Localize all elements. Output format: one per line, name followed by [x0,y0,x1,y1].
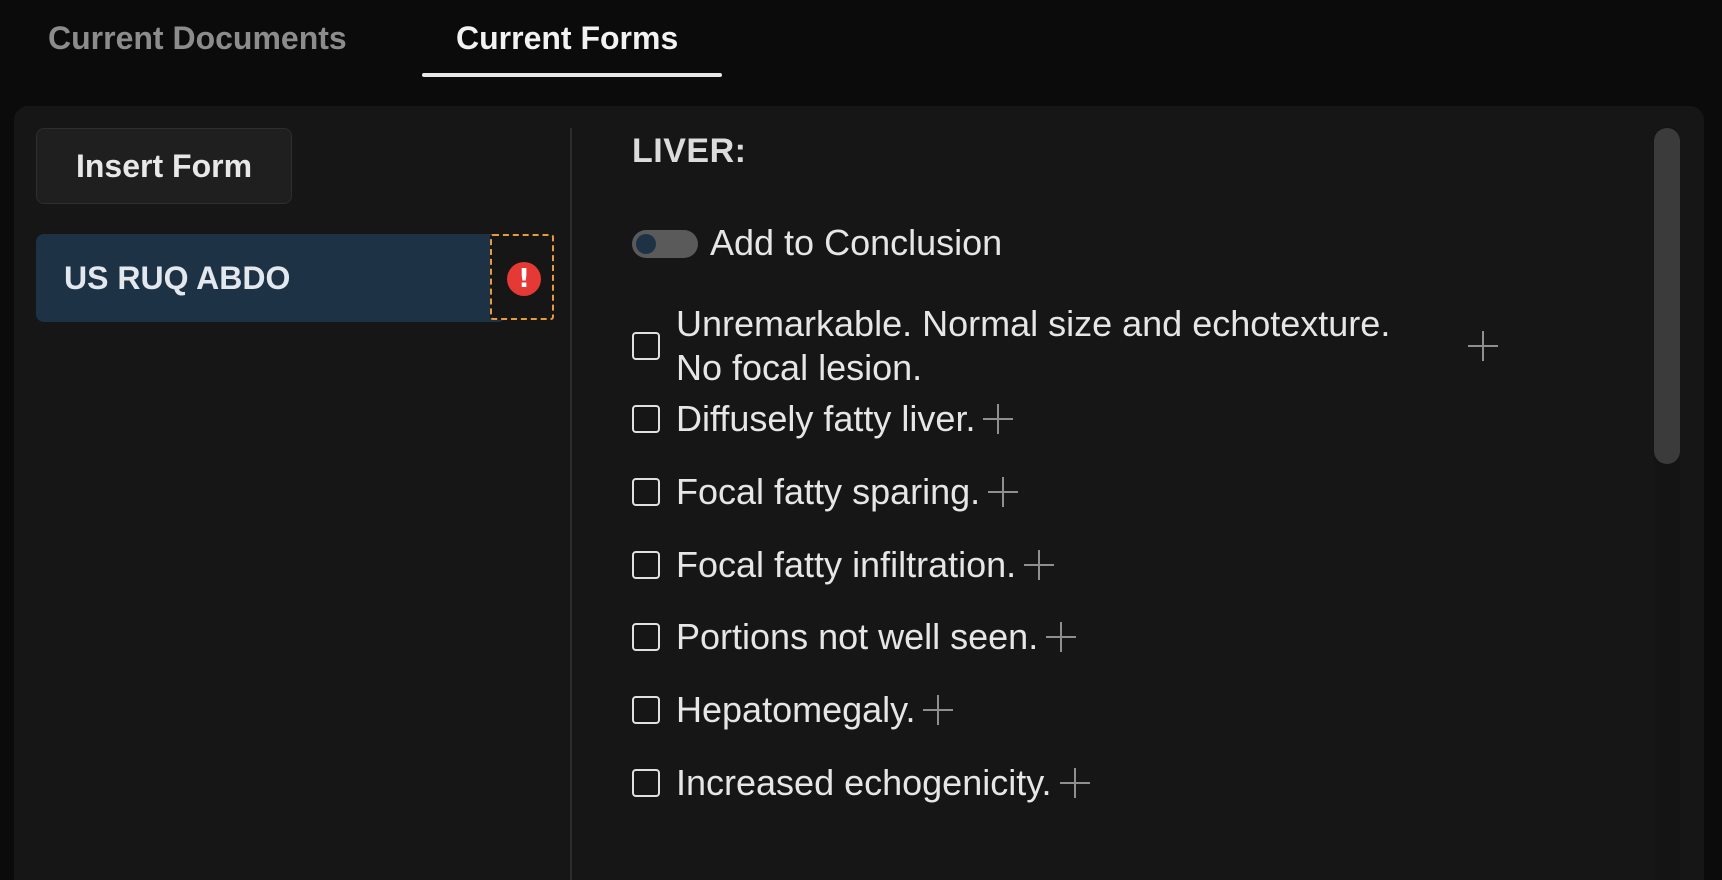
option-row: Focal fatty infiltration. [632,542,1055,588]
option-row: Focal fatty sparing. [632,469,1019,515]
option-checkbox[interactable] [632,623,660,651]
form-list-item[interactable]: US RUQ ABDO [36,234,506,322]
tab-bar: Current Documents Current Forms [0,0,1722,78]
exclamation-circle-icon: ! [507,262,541,296]
add-to-conclusion-toggle[interactable] [632,230,698,258]
forms-panel: Insert Form US RUQ ABDO ! LIVER: Add to … [14,106,1704,880]
option-label: Diffusely fatty liver. [676,398,976,439]
option-row: Increased echogenicity. [632,760,1090,806]
option-row: Hepatomegaly. [632,687,954,733]
plus-icon[interactable] [1059,768,1090,798]
option-checkbox[interactable] [632,769,660,797]
app-window: Current Documents Current Forms Insert F… [0,0,1722,880]
option-label: Focal fatty sparing. [676,471,981,512]
plus-icon[interactable] [983,404,1014,434]
option-checkbox[interactable] [632,405,660,433]
option-checkbox[interactable] [632,332,660,360]
option-label: Hepatomegaly. [676,689,916,730]
option-label: Increased echogenicity. [676,762,1052,803]
plus-icon[interactable] [923,695,954,725]
tab-current-forms[interactable]: Current Forms [456,20,678,57]
option-checkbox[interactable] [632,478,660,506]
active-tab-indicator [422,73,722,77]
plus-icon[interactable] [988,477,1019,507]
option-checkbox[interactable] [632,551,660,579]
option-label: Unremarkable. Normal size and echotextur… [676,303,1391,388]
option-checkbox[interactable] [632,696,660,724]
option-row: Diffusely fatty liver. [632,396,1014,442]
option-row: Unremarkable. Normal size and echotextur… [632,298,1498,394]
scrollbar-thumb[interactable] [1654,128,1680,464]
tab-current-documents[interactable]: Current Documents [48,20,347,57]
toggle-label: Add to Conclusion [710,222,1003,263]
insert-form-button[interactable]: Insert Form [36,128,292,204]
form-item-label: US RUQ ABDO [64,260,291,296]
option-row: Portions not well seen. [632,614,1077,660]
option-label: Focal fatty infiltration. [676,544,1017,585]
form-alert-button[interactable]: ! [490,234,554,320]
plus-icon[interactable] [1468,331,1498,361]
section-title: LIVER: [632,132,747,170]
column-divider [570,128,572,880]
plus-icon[interactable] [1024,550,1055,580]
plus-icon[interactable] [1046,622,1077,652]
toggle-knob [636,234,656,254]
option-label: Portions not well seen. [676,616,1039,657]
